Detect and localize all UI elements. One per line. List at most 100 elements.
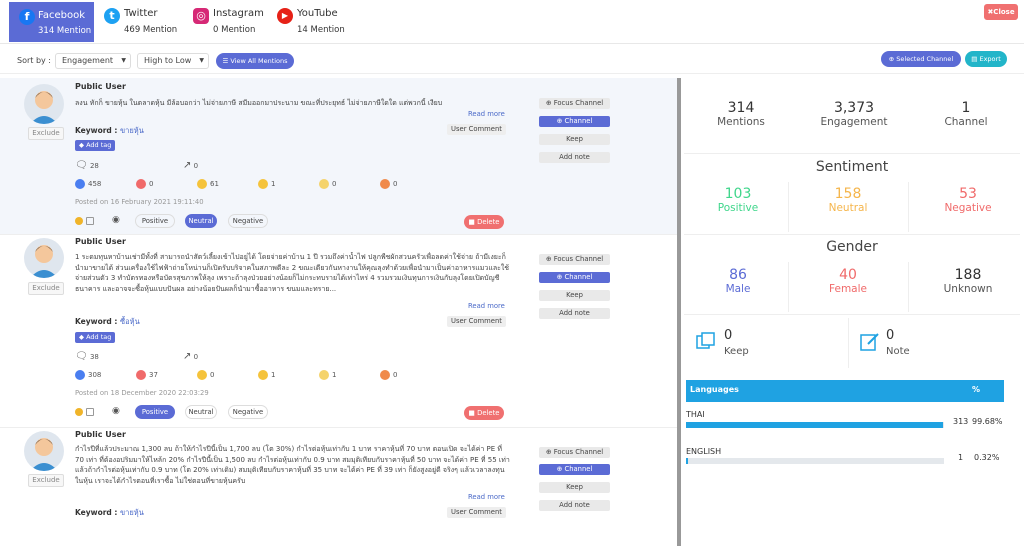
unknown-value: 188: [954, 267, 982, 283]
add-note-button[interactable]: Add note: [539, 500, 610, 511]
read-more-link[interactable]: Read more: [468, 302, 505, 310]
engagement-label: Engagement: [820, 116, 888, 128]
mentions-list: Exclude Public User ลงน ทักก็ ขายหุ้น ใน…: [0, 78, 677, 546]
focus-channel-label: Focus Channel: [553, 448, 604, 456]
love-count: 37: [149, 371, 158, 379]
sentiment-positive-button[interactable]: Positive: [135, 405, 175, 419]
tab-youtube-label: YouTube: [297, 8, 338, 19]
read-more-link[interactable]: Read more: [468, 493, 505, 501]
like-icon: [75, 370, 85, 380]
love-icon: [136, 370, 146, 380]
love-icon: [136, 179, 146, 189]
select-checkbox[interactable]: [86, 217, 94, 225]
keyword-label: Keyword :: [75, 317, 118, 326]
keyword-value: ขายหุ้น: [120, 508, 144, 517]
note-value: 0: [886, 328, 895, 343]
tab-youtube[interactable]: ▶ YouTube 14 Mention: [277, 4, 347, 42]
channel-button[interactable]: ⊕ Channel: [539, 464, 610, 475]
plus-icon: ⊕: [545, 255, 554, 263]
delete-button[interactable]: ■ Delete: [464, 406, 504, 420]
positive-value: 103: [724, 186, 752, 202]
haha-count: 61: [210, 180, 219, 188]
languages-header: Languages %: [686, 380, 1004, 402]
sentiment-negative-button[interactable]: Negative: [228, 405, 268, 419]
facebook-icon: f: [19, 9, 35, 25]
keep-button[interactable]: Keep: [539, 134, 610, 145]
export-label: Export: [979, 55, 1001, 63]
avatar: [24, 431, 64, 471]
selected-channel-label: Selected Channel: [896, 55, 954, 63]
exclude-button[interactable]: Exclude: [28, 127, 64, 140]
like-icon: [75, 179, 85, 189]
channel-button[interactable]: ⊕ Channel: [539, 116, 610, 127]
close-button[interactable]: ✖Close: [984, 4, 1018, 20]
sentiment-neutral-button[interactable]: Neutral: [185, 405, 217, 419]
language-name: THAI: [686, 410, 705, 419]
keyword-value: ซื้อหุ้น: [120, 317, 140, 326]
divider: [848, 318, 849, 368]
note-label: Note: [886, 346, 910, 357]
positive-label: Positive: [717, 202, 759, 214]
post-text: กำไรปีที่แล้วประมาณ 1,300 ลบ ถ้าให้กำไรป…: [75, 445, 510, 485]
view-icon[interactable]: ◉: [112, 215, 120, 225]
posted-date: Posted on 18 December 2020 22:03:29: [75, 389, 209, 397]
add-note-button[interactable]: Add note: [539, 308, 610, 319]
like-count: 308: [88, 371, 102, 379]
mention-card: Exclude Public User กำไรปีที่แล้วประมาณ …: [0, 429, 677, 546]
keyword: Keyword : ซื้อหุ้น: [75, 316, 140, 328]
posted-date: Posted on 16 February 2021 19:11:40: [75, 198, 204, 206]
focus-channel-button[interactable]: ⊕ Focus Channel: [539, 254, 610, 265]
share-icon: ↗: [183, 160, 192, 171]
wow-icon: [258, 179, 268, 189]
sort-order-select[interactable]: High to Low ▼: [137, 53, 209, 69]
keep-button[interactable]: Keep: [539, 290, 610, 301]
focus-channel-button[interactable]: ⊕ Focus Channel: [539, 98, 610, 109]
exclude-button[interactable]: Exclude: [28, 282, 64, 295]
share-count: ↗ 0: [183, 160, 198, 171]
pane-scrollbar[interactable]: [677, 78, 681, 546]
add-tag-button[interactable]: ◆ Add tag: [75, 140, 116, 151]
select-checkbox[interactable]: [86, 408, 94, 416]
tab-twitter[interactable]: t Twitter 469 Mention: [104, 4, 184, 42]
sentiment-positive-button[interactable]: Positive: [135, 214, 175, 228]
sort-field-value: Engagement: [62, 56, 114, 65]
language-bar: [686, 422, 944, 428]
post-author: Public User: [75, 237, 126, 246]
angry-icon: [380, 179, 390, 189]
view-all-mentions-button[interactable]: ☰ View All Mentions: [216, 53, 294, 69]
keep-button[interactable]: Keep: [539, 482, 610, 493]
unknown-stat: 188 Unknown: [918, 267, 1018, 295]
avatar: [24, 238, 64, 278]
mentions-label: Mentions: [717, 116, 765, 128]
read-more-link[interactable]: Read more: [468, 110, 505, 118]
tab-facebook[interactable]: f Facebook 314 Mention: [9, 2, 94, 42]
mentions-value: 314: [727, 100, 755, 116]
focus-channel-label: Focus Channel: [553, 255, 604, 263]
sentiment-neutral-button[interactable]: Neutral: [185, 214, 217, 228]
tab-instagram[interactable]: ◎ Instagram 0 Mention: [193, 4, 265, 42]
delete-button[interactable]: ■ Delete: [464, 215, 504, 229]
selected-channel-button[interactable]: ⊕ Selected Channel: [881, 51, 961, 67]
languages-pct-header: %: [972, 385, 981, 394]
sort-bar: Sort by : Engagement ▼ High to Low ▼ ☰ Vie…: [0, 48, 1024, 74]
sort-field-select[interactable]: Engagement ▼: [55, 53, 131, 69]
comment-count-value: 38: [89, 353, 99, 361]
export-button[interactable]: ▤ Export: [965, 51, 1007, 67]
channel-button[interactable]: ⊕ Channel: [539, 272, 610, 283]
twitter-icon: t: [104, 8, 120, 24]
add-note-button[interactable]: Add note: [539, 152, 610, 163]
exclude-button[interactable]: Exclude: [28, 474, 64, 487]
comment-count-value: 28: [89, 162, 99, 170]
add-tag-button[interactable]: ◆ Add tag: [75, 332, 116, 343]
male-stat: 86 Male: [688, 267, 788, 295]
sentiment-negative-button[interactable]: Negative: [228, 214, 268, 228]
wow-icon: [258, 370, 268, 380]
comment-icon: 🗨: [75, 160, 88, 171]
view-icon[interactable]: ◉: [112, 406, 120, 416]
post-author: Public User: [75, 430, 126, 439]
channel-tabs: f Facebook 314 Mention t Twitter 469 Men…: [0, 0, 1024, 44]
add-tag-label: Add tag: [86, 141, 112, 149]
focus-channel-button[interactable]: ⊕ Focus Channel: [539, 447, 610, 458]
share-count: ↗ 0: [183, 351, 198, 362]
post-author: Public User: [75, 82, 126, 91]
